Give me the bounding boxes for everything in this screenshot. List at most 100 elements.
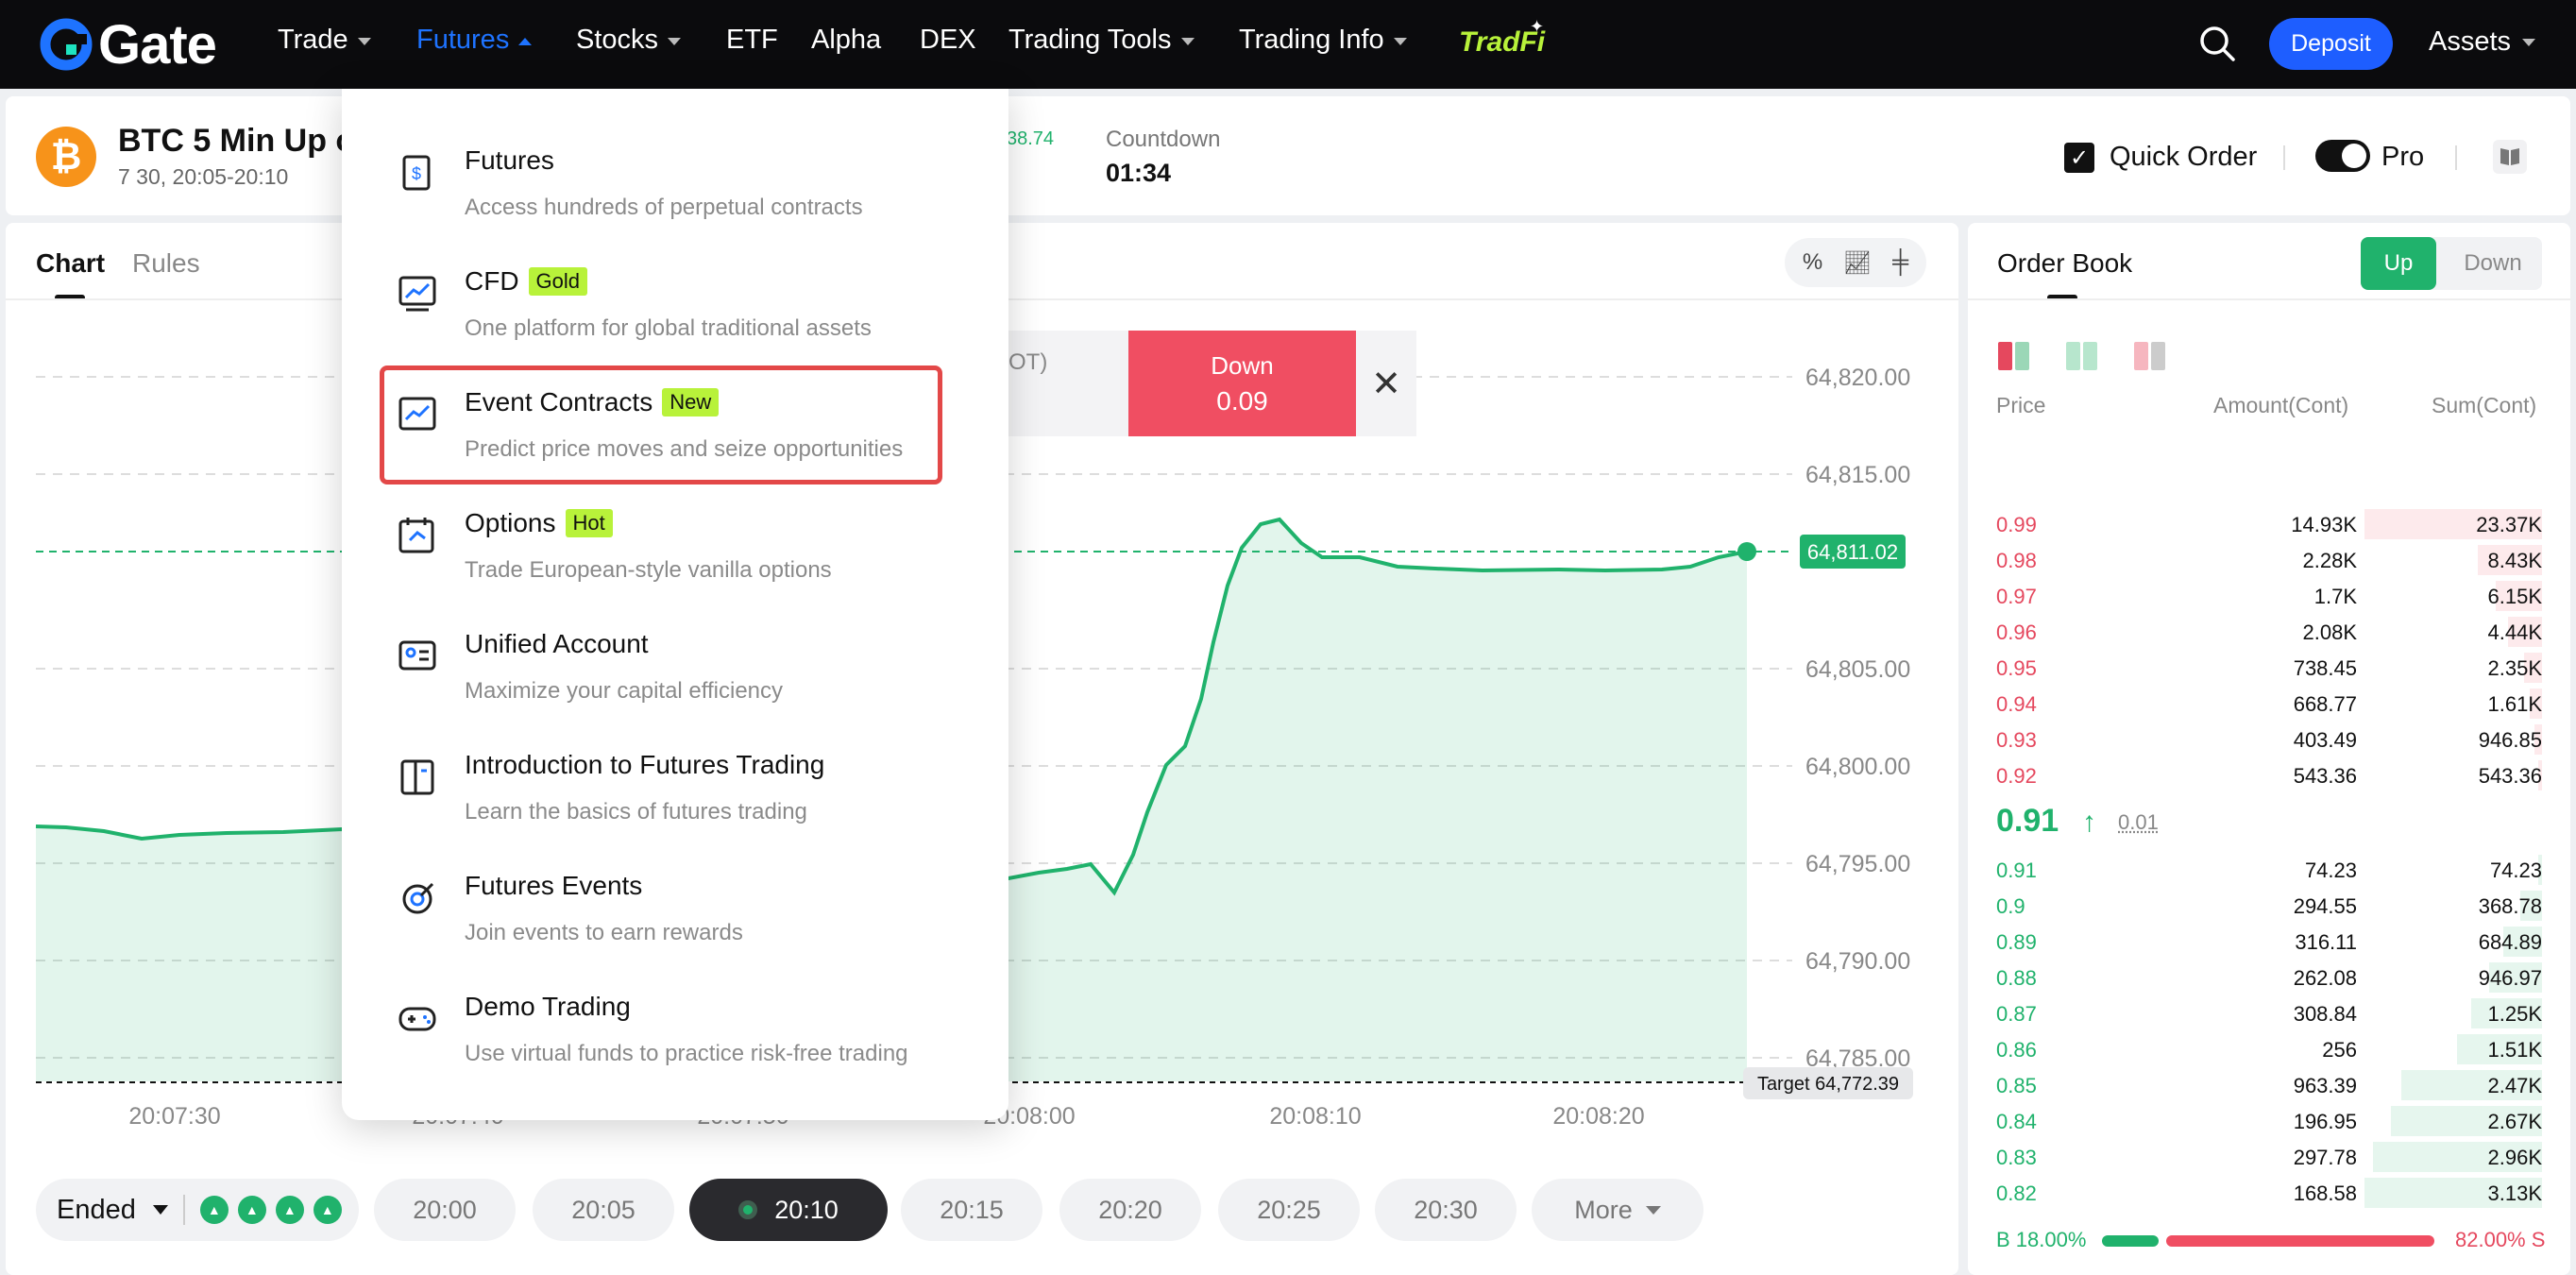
deposit-button[interactable]: Deposit <box>2269 18 2393 70</box>
up-result-icon: ▲ <box>275 1196 304 1224</box>
view-both-icon[interactable] <box>1998 342 2030 370</box>
price-cell: 0.95 <box>1996 656 2037 680</box>
price-cell: 0.86 <box>1996 1038 2037 1062</box>
bid-row[interactable]: 0.87 308.84 1.25K <box>1996 996 2542 1030</box>
sum-cell: 23.37K <box>2476 513 2542 536</box>
price-cell: 0.91 <box>1996 858 2037 882</box>
close-icon[interactable]: ✕ <box>1356 331 1416 436</box>
bid-row[interactable]: 0.84 196.95 2.67K <box>1996 1104 2542 1138</box>
view-buy-icon[interactable] <box>2066 342 2098 370</box>
y-tick-label: 64,805.00 <box>1805 656 1910 683</box>
sum-cell: 2.67K <box>2487 1110 2543 1133</box>
menu-item-title-text: Futures <box>465 145 554 175</box>
buy-ratio: B 18.00% <box>1996 1228 2087 1251</box>
menu-item-unified-account[interactable]: Unified Account Maximize your capital eff… <box>378 606 944 725</box>
time-slot-2030[interactable]: 20:30 <box>1375 1179 1517 1241</box>
time-slot-2025[interactable]: 20:25 <box>1218 1179 1360 1241</box>
sum-cell: 6.15K <box>2487 585 2543 608</box>
menu-item-cfd[interactable]: CFD Gold One platform for global tradition… <box>378 244 944 363</box>
time-slot-2005[interactable]: 20:05 <box>533 1179 674 1241</box>
price-cell: 0.87 <box>1996 1002 2037 1026</box>
menu-item-demo-trading[interactable]: Demo Trading Use virtual funds to practic… <box>378 969 944 1088</box>
bid-row[interactable]: 0.85 963.39 2.47K <box>1996 1068 2542 1102</box>
ask-row[interactable]: 0.93 403.49 946.85 <box>1996 722 2542 756</box>
bid-row[interactable]: 0.86 256 1.51K <box>1996 1032 2542 1066</box>
quick-order-checkbox[interactable]: ✓ <box>2064 143 2094 173</box>
side-down-button[interactable]: Down <box>2446 237 2540 290</box>
menu-item-title: Futures Events <box>465 871 642 901</box>
menu-item-title-text: Unified Account <box>465 629 649 658</box>
ask-row[interactable]: 0.99 14.93K 23.37K <box>1996 507 2542 541</box>
amount-cell: 543.36 <box>2293 764 2357 788</box>
amount-cell: 316.11 <box>2295 930 2357 954</box>
time-slot-2000[interactable]: 20:00 <box>374 1179 516 1241</box>
ask-row[interactable]: 0.98 2.28K 8.43K <box>1996 543 2542 577</box>
up-result-icon: ▲ <box>313 1196 342 1224</box>
amount-cell: 2.08K <box>2302 620 2358 644</box>
price-cell: 0.96 <box>1996 620 2037 644</box>
bid-row[interactable]: 0.82 168.58 3.13K <box>1996 1176 2542 1210</box>
sum-cell: 1.61K <box>2487 692 2543 716</box>
price-cell: 0.99 <box>1996 513 2037 536</box>
ask-row[interactable]: 0.95 738.45 2.35K <box>1996 651 2542 685</box>
price-cell: 0.84 <box>1996 1110 2037 1133</box>
menu-item-title: Introduction to Futures Trading <box>465 750 824 780</box>
ask-row[interactable]: 0.97 1.7K 6.15K <box>1996 579 2542 613</box>
menu-item-options[interactable]: Options Hot Trade European-style vanilla o… <box>378 485 944 604</box>
guide-book-icon[interactable] <box>2493 140 2527 174</box>
ended-label: Ended <box>57 1194 136 1225</box>
price-cell: 0.83 <box>1996 1146 2037 1169</box>
sum-cell: 946.97 <box>2478 966 2542 990</box>
ask-row[interactable]: 0.92 543.36 543.36 <box>1996 758 2542 792</box>
time-slot-2015[interactable]: 20:15 <box>901 1179 1042 1241</box>
price-cell: 0.88 <box>1996 966 2037 990</box>
svg-text:$: $ <box>412 164 421 183</box>
x-tick-label: 20:07:30 <box>128 1103 220 1130</box>
tick-size[interactable]: 0.01 <box>2118 810 2159 835</box>
order-book-title[interactable]: Order Book <box>1997 248 2132 279</box>
bid-row[interactable]: 0.88 262.08 946.97 <box>1996 960 2542 994</box>
up-result-icon: ▲ <box>199 1196 229 1224</box>
outcome-selector: OT) <box>1008 331 1128 436</box>
ended-filter[interactable]: Ended ▲ ▲ ▲ ▲ <box>36 1179 359 1241</box>
down-outcome-button[interactable]: Down 0.09 <box>1128 331 1356 436</box>
bid-row[interactable]: 0.83 297.78 2.96K <box>1996 1140 2542 1174</box>
view-sell-icon[interactable] <box>2134 342 2166 370</box>
price-cell: 0.93 <box>1996 728 2037 752</box>
bid-row[interactable]: 0.9 294.55 368.78 <box>1996 889 2542 923</box>
time-slot-2010[interactable]: 20:10 <box>689 1179 888 1241</box>
menu-item-badge: Hot <box>565 509 613 537</box>
ask-row[interactable]: 0.96 2.08K 4.44K <box>1996 615 2542 649</box>
menu-item-futures[interactable]: $ Futures Access hundreds of perpetual con… <box>378 123 944 242</box>
amount-cell: 294.55 <box>2293 894 2357 918</box>
bid-row[interactable]: 0.89 316.11 684.89 <box>1996 925 2542 959</box>
time-slot-label: 20:10 <box>774 1195 839 1224</box>
assets-menu[interactable]: Assets <box>2429 26 2536 58</box>
chevron-down-icon <box>152 1205 168 1215</box>
sum-cell: 2.35K <box>2487 656 2543 680</box>
ask-row[interactable]: 0.94 668.77 1.61K <box>1996 687 2542 721</box>
more-slots-button[interactable]: More <box>1532 1179 1703 1241</box>
outcome-partial-label: OT) <box>1008 349 1048 375</box>
menu-item-futures-events[interactable]: Futures Events Join events to earn reward… <box>378 848 944 967</box>
sum-cell: 4.44K <box>2487 620 2543 644</box>
side-up-button[interactable]: Up <box>2361 237 2436 290</box>
bid-row[interactable]: 0.91 74.23 74.23 <box>1996 853 2542 887</box>
menu-item-title: Futures <box>465 145 554 176</box>
sum-cell: 1.25K <box>2487 1002 2543 1026</box>
amount-cell: 308.84 <box>2293 1002 2357 1026</box>
y-tick-label: 64,800.00 <box>1805 754 1910 780</box>
search-icon[interactable] <box>2196 23 2238 64</box>
menu-item-subtitle: Join events to earn rewards <box>465 920 743 945</box>
sum-cell: 1.51K <box>2487 1038 2543 1062</box>
assets-label: Assets <box>2429 26 2512 57</box>
pro-toggle[interactable] <box>2315 140 2370 172</box>
quick-order-label: Quick Order <box>2110 142 2258 172</box>
menu-item-introduction-to-futures-trading[interactable]: Introduction to Futures Trading Learn the… <box>378 727 944 846</box>
live-dot-icon <box>738 1200 758 1219</box>
down-label: Down <box>1211 350 1274 380</box>
time-slot-2020[interactable]: 20:20 <box>1059 1179 1201 1241</box>
book-icon <box>400 759 434 795</box>
sum-cell: 368.78 <box>2478 894 2542 918</box>
divider <box>1968 298 2570 300</box>
